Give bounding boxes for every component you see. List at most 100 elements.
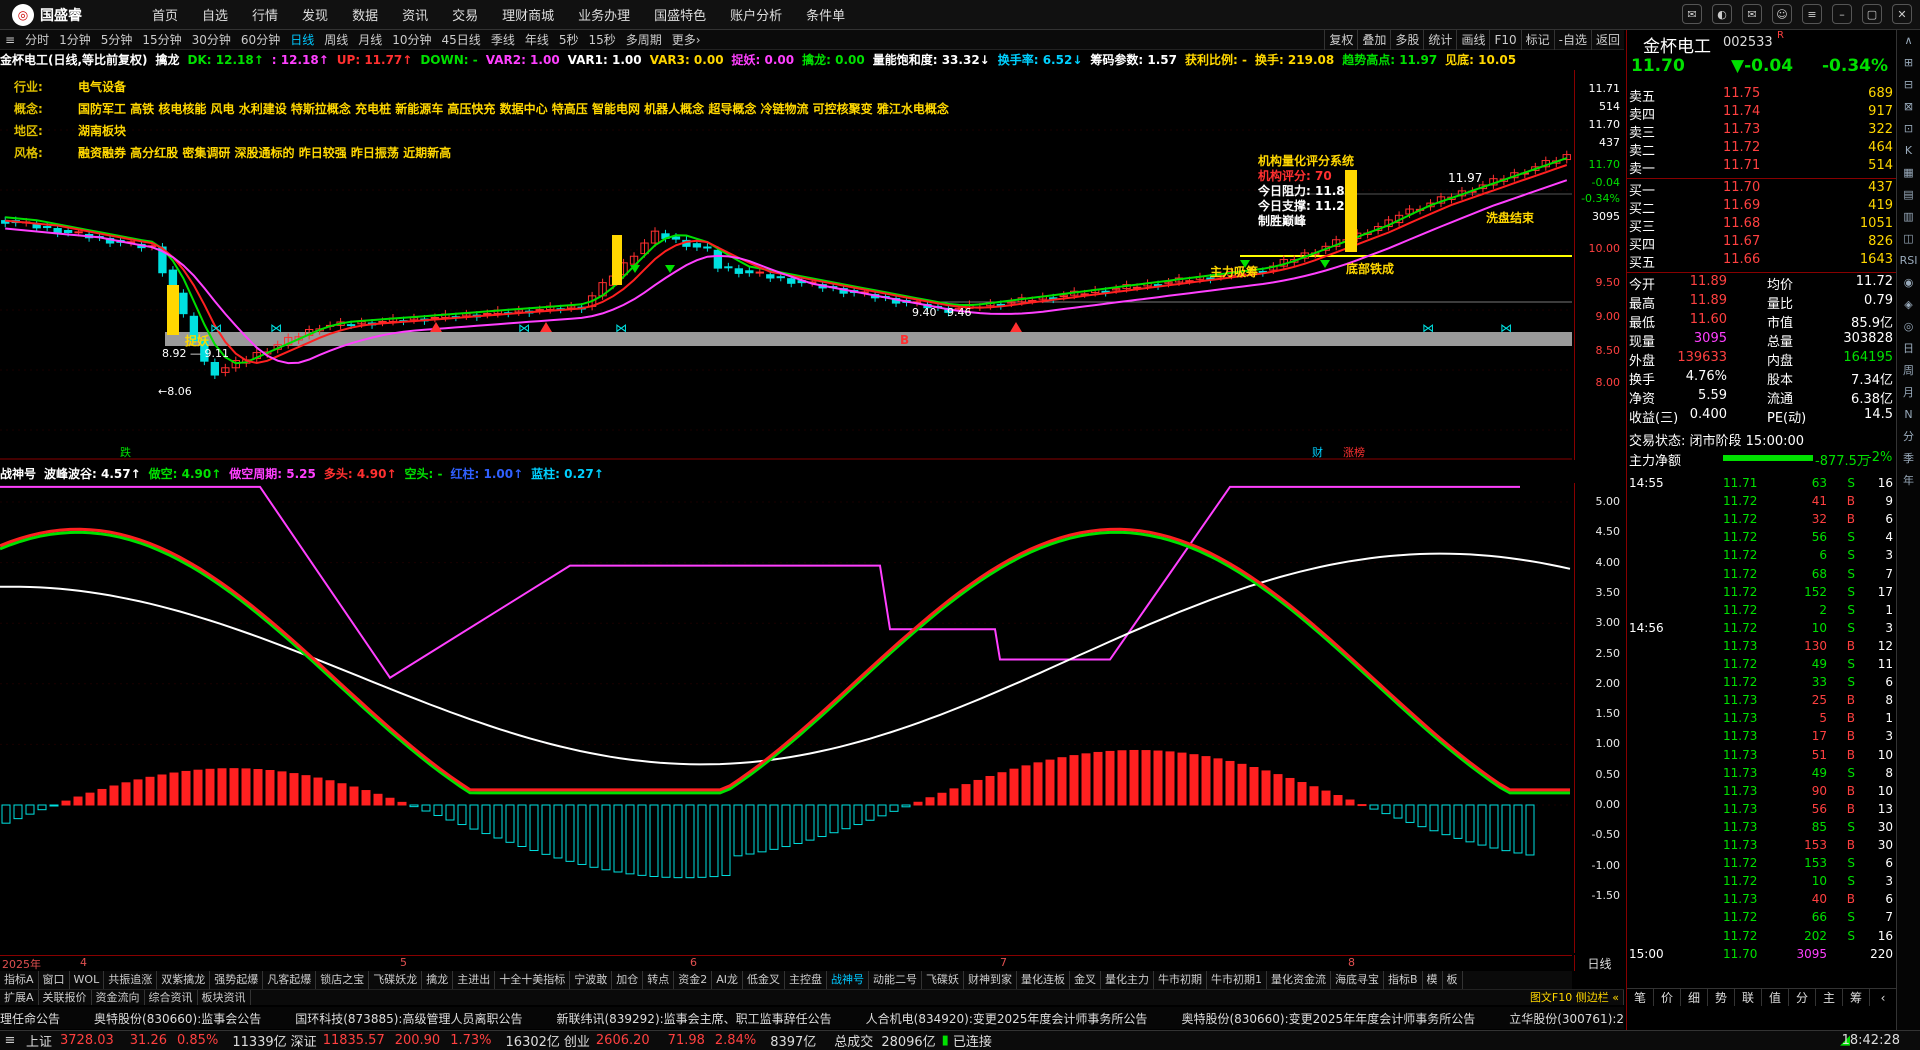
bottom-tab[interactable]: 综合资讯 — [145, 990, 198, 1005]
indicator-tab[interactable]: 窗口 — [39, 971, 70, 989]
period-tab[interactable]: 45日线 — [437, 31, 486, 48]
side-tool-icon[interactable]: ⊟ — [1897, 74, 1920, 96]
indicator-tab[interactable]: 量化资金流 — [1267, 971, 1331, 989]
maximize-icon[interactable]: ▢ — [1862, 4, 1882, 24]
tool-button[interactable]: 画线 — [1456, 30, 1489, 50]
side-tool-icon[interactable]: 周 — [1897, 360, 1920, 382]
period-tab[interactable]: 1分钟 — [54, 31, 96, 48]
period-tab[interactable]: 10分钟 — [387, 31, 436, 48]
minimize-icon[interactable]: – — [1832, 4, 1852, 24]
side-tool-icon[interactable]: ◎ — [1897, 316, 1920, 338]
message-icon[interactable]: ✉ — [1682, 4, 1702, 24]
quote-tab[interactable]: 笔 — [1627, 989, 1654, 1006]
quote-tab[interactable]: 主 — [1816, 989, 1843, 1006]
period-tab[interactable]: 季线 — [486, 31, 520, 48]
indicator-tab[interactable]: 动能二号 — [869, 971, 922, 989]
indicator-tab[interactable]: 强势起爆 — [210, 971, 264, 989]
quote-tab[interactable]: 价 — [1654, 989, 1681, 1006]
tool-button[interactable]: 多股 — [1390, 30, 1423, 50]
menu-item[interactable]: 资讯 — [390, 5, 440, 24]
side-tool-icon[interactable]: ◉ — [1897, 272, 1920, 294]
side-tool-icon[interactable]: 季 — [1897, 448, 1920, 470]
side-tool-icon[interactable]: ⊠ — [1897, 96, 1920, 118]
app-logo[interactable]: ◎ 国盛睿 — [0, 3, 140, 26]
side-tool-icon[interactable]: ◫ — [1897, 228, 1920, 250]
side-tool-icon[interactable]: ⊡ — [1897, 118, 1920, 140]
side-tool-icon[interactable]: 月 — [1897, 382, 1920, 404]
quote-tab[interactable]: 分 — [1789, 989, 1816, 1006]
menu-item[interactable]: 账户分析 — [718, 5, 794, 24]
period-tab[interactable]: 分时 — [20, 31, 54, 48]
side-tool-icon[interactable]: RSI — [1897, 250, 1920, 272]
quote-tab[interactable]: 值 — [1762, 989, 1789, 1006]
side-tool-icon[interactable]: N — [1897, 404, 1920, 426]
indicator-tab[interactable]: 主进出 — [453, 971, 496, 989]
menu-item[interactable]: 业务办理 — [566, 5, 642, 24]
tool-button[interactable]: 复权 — [1324, 30, 1357, 50]
indicator-tab[interactable]: 战神号 — [827, 971, 869, 989]
indicator-tab[interactable]: 凡客起爆 — [263, 971, 317, 989]
indicator-tab[interactable]: 擒龙 — [422, 971, 454, 989]
side-tool-icon[interactable]: ▥ — [1897, 206, 1920, 228]
indicator-tab[interactable]: 海底寻宝 — [1331, 971, 1384, 989]
side-tool-icon[interactable]: ∧ — [1897, 30, 1920, 52]
bottom-tab[interactable]: 资金流向 — [92, 990, 145, 1005]
menu-item[interactable]: 行情 — [240, 5, 290, 24]
indicator-tab[interactable]: 量化连板 — [1017, 971, 1070, 989]
indicator-tab[interactable]: AI龙 — [712, 971, 743, 989]
menu-item[interactable]: 数据 — [340, 5, 390, 24]
period-tab[interactable]: 更多› — [667, 31, 706, 48]
news-item[interactable]: 国环科技(873885):高级管理人员离职公告 — [295, 1010, 522, 1027]
indicator-tab[interactable]: 量化主力 — [1101, 971, 1154, 989]
mail-icon[interactable]: ✉ — [1742, 4, 1762, 24]
side-panel-toggle[interactable]: 图文F10 侧边栏 « — [1526, 990, 1624, 1005]
menu-item[interactable]: 首页 — [140, 5, 190, 24]
indicator-tab[interactable]: 资金2 — [674, 971, 713, 989]
indicator-tab[interactable]: 牛市初期 — [1154, 971, 1207, 989]
news-item[interactable]: 理任命公告 — [0, 1010, 60, 1027]
indicator-tab[interactable]: 十全十美指标 — [495, 971, 571, 989]
period-tab[interactable]: 月线 — [353, 31, 387, 48]
period-tab[interactable]: 15秒 — [583, 31, 620, 48]
bottom-tab[interactable]: 关联报价 — [39, 990, 92, 1005]
indicator-tab[interactable]: 加仓 — [612, 971, 644, 989]
period-tab[interactable]: 15分钟 — [137, 31, 186, 48]
menu-icon[interactable]: ≡ — [1802, 4, 1822, 24]
menu-item[interactable]: 条件单 — [794, 5, 857, 24]
news-item[interactable]: 奥特股份(830660):监事会公告 — [94, 1010, 261, 1027]
quote-tab[interactable]: ‹ — [1870, 989, 1897, 1006]
news-item[interactable]: 奥特股份(830660):变更2025年年度会计师事务所公告 — [1181, 1010, 1475, 1027]
indicator-tab[interactable]: 转点 — [643, 971, 675, 989]
period-tab[interactable]: 30分钟 — [187, 31, 236, 48]
period-tab[interactable]: 周线 — [319, 31, 353, 48]
tool-button[interactable]: 统计 — [1423, 30, 1456, 50]
period-tab[interactable]: 60分钟 — [236, 31, 285, 48]
indicator-tab[interactable]: 指标B — [1384, 971, 1423, 989]
tool-button[interactable]: 叠加 — [1357, 30, 1390, 50]
indicator-tab[interactable]: 宁波敢 — [570, 971, 613, 989]
side-tool-icon[interactable]: ⊞ — [1897, 52, 1920, 74]
menu-item[interactable]: 理财商城 — [490, 5, 566, 24]
quote-tab[interactable]: 势 — [1708, 989, 1735, 1006]
side-tool-icon[interactable]: ◈ — [1897, 294, 1920, 316]
indicator-tab[interactable]: 主控盘 — [785, 971, 827, 989]
oscillator-chart[interactable] — [0, 483, 1572, 955]
quote-tab[interactable]: 联 — [1735, 989, 1762, 1006]
menu-icon[interactable]: ≡ — [0, 1033, 20, 1048]
indicator-tab[interactable]: 双紫擒龙 — [157, 971, 211, 989]
quote-tab[interactable]: 筹 — [1843, 989, 1870, 1006]
kline-chart[interactable]: ⋈ ⋈ ⋈ ⋈ ⋈ ⋈ ←8.06 8.92 — 9.11 捉妖 9.40 9.46 B … — [0, 70, 1572, 460]
tool-button[interactable]: F10 — [1489, 30, 1520, 50]
indicator-tab[interactable]: 模 — [1423, 971, 1443, 989]
indicator-tab[interactable]: 飞碟妖 — [922, 971, 964, 989]
indicator-tab[interactable]: 低金叉 — [743, 971, 785, 989]
period-tab[interactable]: 年线 — [520, 31, 554, 48]
side-tool-icon[interactable]: ▦ — [1897, 162, 1920, 184]
tool-button[interactable]: -自选 — [1553, 30, 1591, 50]
news-item[interactable]: 人合机电(834920):变更2025年度会计师事务所公告 — [866, 1010, 1148, 1027]
indicator-tab[interactable]: WOL — [70, 971, 105, 989]
indicator-tab[interactable]: 牛市初期1 — [1207, 971, 1267, 989]
indicator-tab[interactable]: 飞碟妖龙 — [369, 971, 423, 989]
side-tool-icon[interactable]: 年 — [1897, 470, 1920, 492]
news-item[interactable]: 新联纬讯(839292):监事会主席、职工监事辞任公告 — [556, 1010, 831, 1027]
